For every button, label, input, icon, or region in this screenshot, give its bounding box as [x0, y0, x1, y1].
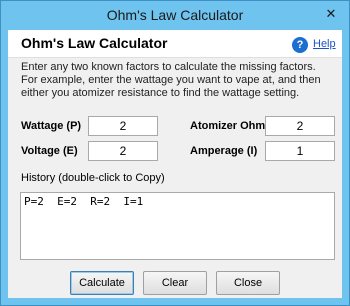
description-text: Enter any two known factors to calculate… [21, 61, 321, 99]
history-label: History (double-click to Copy) [21, 172, 165, 184]
clear-button[interactable]: Clear [143, 271, 207, 295]
title-bar[interactable]: Ohm's Law Calculator ✕ [1, 1, 349, 29]
ohms-law-window: Ohm's Law Calculator ✕ Ohm's Law Calcula… [0, 0, 350, 306]
header-band: Ohm's Law Calculator ? Help [8, 30, 342, 58]
close-icon[interactable]: ✕ [321, 5, 341, 23]
calculate-button[interactable]: Calculate [70, 271, 134, 295]
page-title: Ohm's Law Calculator [21, 35, 168, 51]
help-icon[interactable]: ? [292, 37, 308, 53]
wattage-label: Wattage (P) [21, 120, 82, 132]
amperage-label: Amperage (I) [190, 145, 258, 157]
close-button[interactable]: Close [216, 271, 280, 295]
wattage-input[interactable]: 2 [88, 116, 158, 136]
amperage-input[interactable]: 1 [265, 141, 335, 161]
history-textbox[interactable]: P=2 E=2 R=2 I=1 [20, 192, 335, 260]
window-title: Ohm's Law Calculator [106, 7, 244, 23]
voltage-label: Voltage (E) [21, 145, 78, 157]
voltage-input[interactable]: 2 [88, 141, 158, 161]
atomizer-ohms-input[interactable]: 2 [265, 116, 335, 136]
help-link[interactable]: Help [313, 38, 336, 50]
dialog-body: Ohm's Law Calculator ? Help Enter any tw… [8, 30, 342, 298]
